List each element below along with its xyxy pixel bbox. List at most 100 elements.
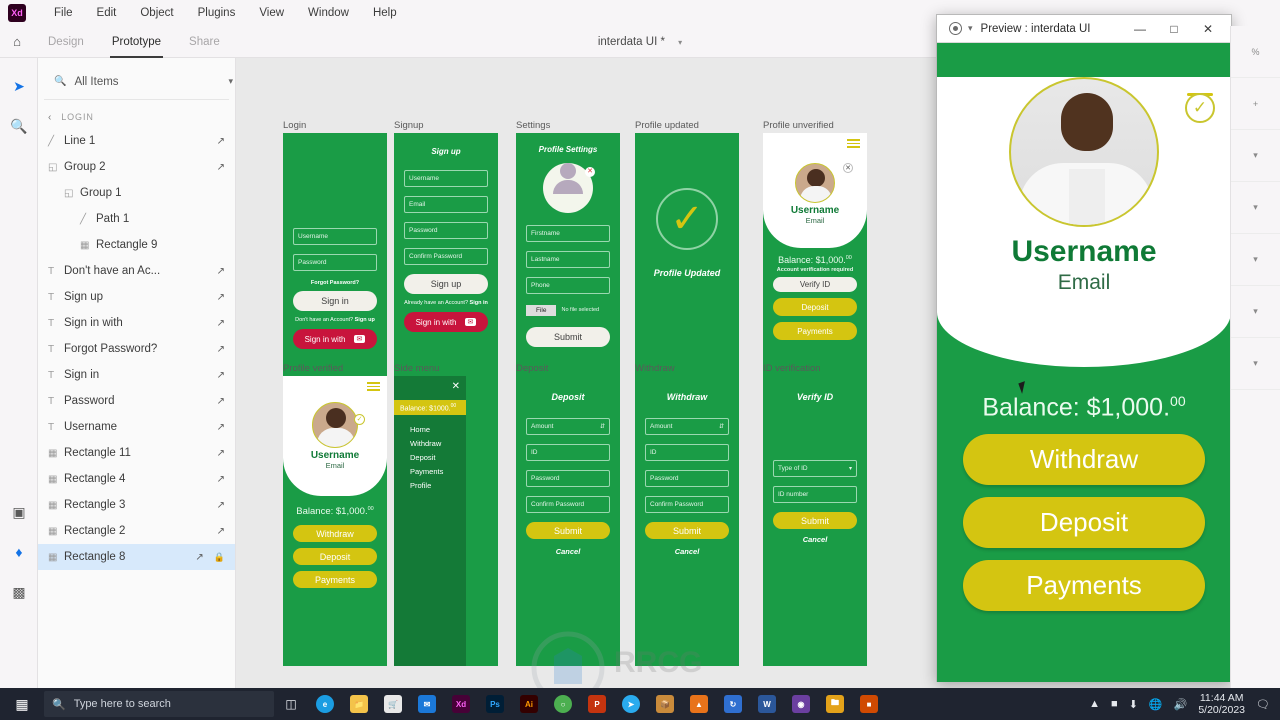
unverified-verify-id-button[interactable]: Verify ID <box>773 277 857 292</box>
withdraw-confirm-password-field[interactable]: Confirm Password <box>645 496 729 513</box>
tab-design[interactable]: Design <box>34 26 98 58</box>
preview-deposit-button[interactable]: Deposit <box>963 497 1205 549</box>
menu-window[interactable]: Window <box>296 0 361 26</box>
download-icon[interactable]: ⬇ <box>1129 698 1138 711</box>
preview-title-bar[interactable]: ▾ Preview : interdata UI — □ ✕ <box>937 15 1231 43</box>
property-row-opacity[interactable]: % <box>1231 26 1280 78</box>
properties-panel[interactable]: % + ▾ ▾ ▾ ▾ ▾ <box>1230 26 1280 688</box>
external-link-icon[interactable]: ↗ <box>217 292 225 303</box>
side-menu-item-payments[interactable]: Payments <box>410 467 466 476</box>
close-button[interactable]: ✕ <box>1191 22 1225 36</box>
signup-email-field[interactable]: Email <box>404 196 488 213</box>
deposit-amount-field[interactable]: Amount ⇵ <box>526 418 610 435</box>
preview-withdraw-button[interactable]: Withdraw <box>963 434 1205 486</box>
close-icon[interactable]: ✕ <box>452 381 460 392</box>
deposit-confirm-password-field[interactable]: Confirm Password <box>526 496 610 513</box>
menu-help[interactable]: Help <box>361 0 409 26</box>
sync-icon[interactable]: ↻ <box>716 690 750 718</box>
menu-plugins[interactable]: Plugins <box>186 0 248 26</box>
app-icon[interactable]: ◉ <box>784 690 818 718</box>
start-button-icon[interactable]: ▦ <box>0 696 44 713</box>
deposit-submit-button[interactable]: Submit <box>526 522 610 539</box>
external-link-icon[interactable]: ↗ <box>217 162 225 173</box>
settings-firstname-field[interactable]: Firstname <box>526 225 610 242</box>
word-icon[interactable]: W <box>750 690 784 718</box>
login-password-field[interactable]: Password <box>293 254 377 271</box>
artboard-label-login[interactable]: Login <box>283 120 306 131</box>
artboard-label-profile-updated[interactable]: Profile updated <box>635 120 699 131</box>
verified-withdraw-button[interactable]: Withdraw <box>293 525 377 543</box>
tab-prototype[interactable]: Prototype <box>98 26 175 58</box>
artboard-label-profile-unverified[interactable]: Profile unverified <box>763 120 834 131</box>
menu-view[interactable]: View <box>247 0 296 26</box>
login-sign-in-button[interactable]: Sign in <box>293 291 377 311</box>
layer-row[interactable]: T Sign in ↗ <box>38 362 235 388</box>
preview-payments-button[interactable]: Payments <box>963 560 1205 612</box>
menu-edit[interactable]: Edit <box>85 0 129 26</box>
mail-icon[interactable]: ✉ <box>410 690 444 718</box>
external-link-icon[interactable]: ↗ <box>217 422 225 433</box>
chrome-icon[interactable]: ○ <box>546 690 580 718</box>
signup-confirm-password-field[interactable]: Confirm Password <box>404 248 488 265</box>
external-link-icon[interactable]: ↗ <box>195 552 203 563</box>
signup-signin-link[interactable]: Sign in <box>470 300 488 306</box>
property-row-fill[interactable]: ▾ <box>1231 130 1280 182</box>
layer-row[interactable]: T Sign up ↗ <box>38 284 235 310</box>
artboard-profile-verified[interactable]: ✓ Username Email Balance: $1,000.00 With… <box>283 376 387 666</box>
verify-id-number-field[interactable]: ID number <box>773 486 857 503</box>
verified-payments-button[interactable]: Payments <box>293 571 377 589</box>
home-icon[interactable]: ⌂ <box>0 34 34 49</box>
layer-row[interactable]: ▦ Rectangle 4 ↗ <box>38 466 235 492</box>
layer-row[interactable]: T Forgot Password? ↗ <box>38 336 235 362</box>
external-link-icon[interactable]: ↗ <box>217 266 225 277</box>
layer-row[interactable]: ╱ Path 1 <box>38 206 235 232</box>
edge-icon[interactable]: e <box>308 690 342 718</box>
side-menu-item-home[interactable]: Home <box>410 425 466 434</box>
folder-icon[interactable]: 🖿 <box>818 690 852 718</box>
artboard-label-signup[interactable]: Signup <box>394 120 424 131</box>
property-row-extra[interactable]: ▾ <box>1231 338 1280 390</box>
settings-submit-button[interactable]: Submit <box>526 327 610 347</box>
withdraw-id-field[interactable]: ID <box>645 444 729 461</box>
layer-row[interactable]: ╱ Line 1 ↗ <box>38 128 235 154</box>
unverified-payments-button[interactable]: Payments <box>773 322 857 340</box>
verify-id-submit-button[interactable]: Submit <box>773 512 857 529</box>
settings-lastname-field[interactable]: Lastname <box>526 251 610 268</box>
external-link-icon[interactable]: ↗ <box>217 396 225 407</box>
zoom-tool-icon[interactable]: 🔍 <box>0 106 38 146</box>
withdraw-password-field[interactable]: Password <box>645 470 729 487</box>
plugins-icon[interactable]: ▩ <box>0 572 38 612</box>
layer-row[interactable]: ▦ Rectangle 11 ↗ <box>38 440 235 466</box>
tab-share[interactable]: Share <box>175 26 234 58</box>
artboard-deposit[interactable]: Deposit Amount ⇵ ID Password Confirm Pas… <box>516 376 620 666</box>
close-icon[interactable]: ✕ <box>843 163 853 173</box>
layer-row[interactable]: T Don't have an Ac... ↗ <box>38 258 235 284</box>
menu-file[interactable]: File <box>42 0 85 26</box>
verify-id-type-select[interactable]: Type of ID ▾ <box>773 460 857 477</box>
layer-row[interactable]: ▦ Rectangle 9 <box>38 232 235 258</box>
settings-file-row[interactable]: File No file selected <box>526 303 610 317</box>
back-chevron-icon[interactable]: ‹ <box>48 112 52 123</box>
taskbar-search[interactable]: 🔍 Type here to search <box>44 691 274 717</box>
external-link-icon[interactable]: ↗ <box>217 474 225 485</box>
menu-object[interactable]: Object <box>128 0 185 26</box>
lock-icon[interactable]: 🔒 <box>214 552 225 563</box>
login-signup-link[interactable]: Sign up <box>355 317 375 323</box>
layer-row[interactable]: T Username ↗ <box>38 414 235 440</box>
side-menu-item-profile[interactable]: Profile <box>410 481 466 490</box>
login-username-field[interactable]: Username <box>293 228 377 245</box>
verified-deposit-button[interactable]: Deposit <box>293 548 377 566</box>
withdraw-amount-field[interactable]: Amount ⇵ <box>645 418 729 435</box>
layer-row[interactable]: ▦ Rectangle 8 ↗ 🔒 <box>38 544 235 570</box>
telegram-icon[interactable]: ➤ <box>614 690 648 718</box>
hamburger-icon[interactable] <box>367 382 380 391</box>
unverified-deposit-button[interactable]: Deposit <box>773 298 857 316</box>
artboard-label-side-menu[interactable]: Side menu <box>394 363 439 374</box>
side-menu-item-withdraw[interactable]: Withdraw <box>410 439 466 448</box>
chevron-down-icon[interactable]: ▾ <box>228 76 233 87</box>
property-row-blur[interactable]: ▾ <box>1231 286 1280 338</box>
layer-row[interactable]: ◱ Group 1 <box>38 180 235 206</box>
preview-content[interactable]: ✓ Username Email Balance: $1,000.00 With… <box>937 43 1231 682</box>
property-row-add[interactable]: + <box>1231 78 1280 130</box>
layer-row[interactable]: T Sign in with ↗ <box>38 310 235 336</box>
